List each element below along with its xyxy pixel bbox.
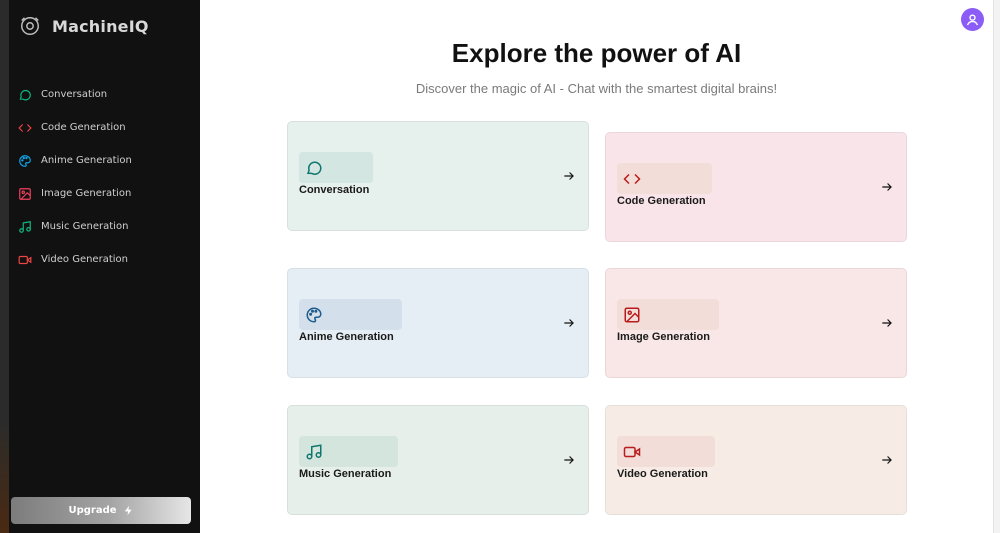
card-icon-box [299,152,373,183]
arrow-right-icon [564,319,574,327]
sidebar-item-label: Anime Generation [41,155,132,166]
card-conversation[interactable]: Conversation [287,121,589,231]
sidebar-item-label: Conversation [41,89,108,100]
image-icon [18,187,32,201]
card-label: Music Generation [299,468,392,480]
brand[interactable]: MachineIQ [18,12,149,40]
card-label: Conversation [299,184,370,196]
sidebar-item-label: Image Generation [41,188,132,199]
sidebar-item-image-generation[interactable]: Image Generation [18,177,193,210]
card-label: Code Generation [617,195,706,207]
code-icon [623,173,641,184]
user-icon [966,14,979,26]
card-image-generation[interactable]: Image Generation [605,268,907,378]
window-edge [0,0,9,533]
sidebar-item-conversation[interactable]: Conversation [18,78,193,111]
chat-bubble-icon [306,160,322,175]
card-music-generation[interactable]: Music Generation [287,405,589,515]
card-icon-box [617,163,712,194]
card-label: Anime Generation [299,331,394,343]
chat-bubble-icon [18,88,32,102]
palette-icon [306,306,322,323]
music-icon [306,443,322,459]
arrow-right-icon [882,456,892,464]
video-icon [623,446,641,457]
scrollbar[interactable] [993,0,1000,533]
sidebar-item-label: Music Generation [41,221,129,232]
card-code-generation[interactable]: Code Generation [605,132,907,242]
sidebar-nav: Conversation Code Generation Anime Gener… [18,78,193,276]
card-icon-box [617,299,719,330]
card-label: Image Generation [617,331,710,343]
upgrade-label: Upgrade [68,505,117,516]
video-icon [18,253,32,267]
sidebar-item-label: Code Generation [41,122,126,133]
card-icon-box [617,436,715,467]
user-avatar[interactable] [961,8,984,31]
code-icon [18,121,32,135]
card-icon-box [299,299,402,330]
page-subtitle: Discover the magic of AI - Chat with the… [415,81,778,96]
sidebar-item-anime-generation[interactable]: Anime Generation [18,144,193,177]
page-title: Explore the power of AI [451,38,742,68]
arrow-right-icon [564,172,574,180]
upgrade-button[interactable]: Upgrade [11,497,191,524]
brand-logo-icon [18,14,42,38]
music-icon [18,220,32,234]
sidebar-item-video-generation[interactable]: Video Generation [18,243,193,276]
sidebar: MachineIQ Conversation Code Generation A… [0,0,200,533]
sidebar-item-code-generation[interactable]: Code Generation [18,111,193,144]
arrow-right-icon [564,456,574,464]
image-icon [624,307,640,322]
palette-icon [18,154,32,168]
card-anime-generation[interactable]: Anime Generation [287,268,589,378]
sidebar-item-music-generation[interactable]: Music Generation [18,210,193,243]
card-label: Video Generation [617,468,708,480]
card-icon-box [299,436,398,467]
arrow-right-icon [882,319,892,327]
card-video-generation[interactable]: Video Generation [605,405,907,515]
sidebar-item-label: Video Generation [41,254,128,265]
lightning-icon [123,501,134,520]
brand-name: MachineIQ [52,16,149,36]
arrow-right-icon [882,183,892,191]
